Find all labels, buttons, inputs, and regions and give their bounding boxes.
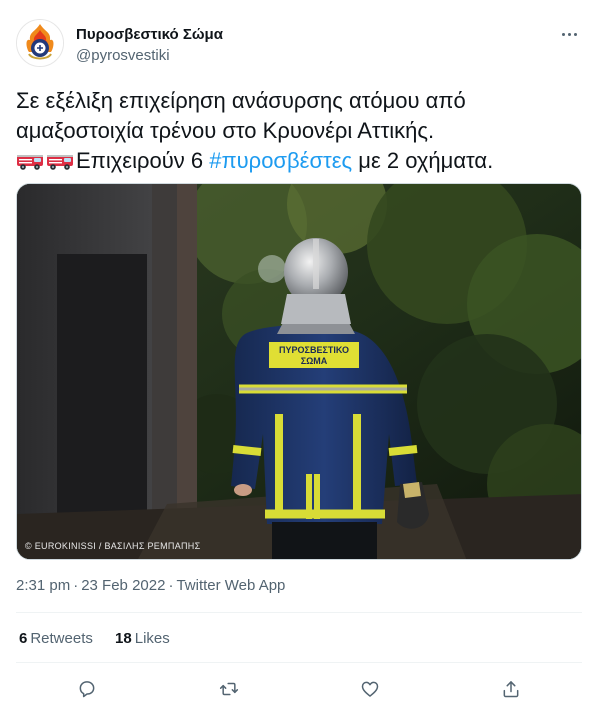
- separator-dot: ·: [168, 577, 174, 594]
- hashtag-link[interactable]: #πυροσβέστες: [209, 148, 352, 173]
- separator-dot: ·: [73, 577, 79, 594]
- handle[interactable]: @pyrosvestiki: [76, 47, 170, 64]
- tweet-text-line: αμαξοστοιχία τρένου στο Κρυονέρι Αττικής…: [16, 118, 435, 143]
- divider: [16, 662, 582, 663]
- tweet-source[interactable]: Twitter Web App: [176, 577, 285, 594]
- fire-service-emblem-icon: [17, 20, 63, 66]
- engagement-stats: 6 Retweets 18 Likes: [19, 630, 188, 647]
- more-options-icon[interactable]: [557, 22, 581, 46]
- action-bar: [0, 676, 597, 702]
- tweet-metadata: 2:31 pm · 23 Feb 2022 · Twitter Web App: [16, 577, 285, 594]
- tweet-text-line: Επιχειρούν 6 #πυροσβέστες με 2 οχήματα.: [16, 146, 582, 176]
- display-name[interactable]: Πυροσβεστικό Σώμα: [76, 26, 223, 43]
- tweet-text: Σε εξέλιξη επιχείρηση ανάσυρσης ατόμου α…: [16, 86, 582, 176]
- retweet-icon[interactable]: [216, 676, 242, 702]
- tweet-text-segment: με 2 οχήματα.: [352, 148, 494, 173]
- tweet-text-line: Σε εξέλιξη επιχείρηση ανάσυρσης ατόμου α…: [16, 88, 466, 113]
- fire-engine-icon: [47, 155, 73, 170]
- avatar[interactable]: [16, 19, 64, 67]
- fire-engine-icon: [17, 155, 43, 170]
- tweet: Πυροσβεστικό Σώμα @pyrosvestiki Σε εξέλι…: [0, 0, 597, 711]
- photo-credit: © EUROKINISSI / ΒΑΣΙΛΗΣ ΡΕΜΠΑΠΗΣ: [25, 541, 201, 551]
- likes-label: Likes: [134, 630, 170, 647]
- jacket-text-line2: ΣΩΜΑ: [301, 356, 328, 366]
- likes-stat[interactable]: 18 Likes: [115, 630, 170, 647]
- retweets-label: Retweets: [30, 630, 93, 647]
- likes-count: 18: [115, 630, 132, 647]
- tweet-text-segment: Επιχειρούν 6: [76, 148, 210, 173]
- retweets-count: 6: [19, 630, 28, 647]
- tweet-photo[interactable]: ΠΥΡΟΣΒΕΣΤΙΚΟ ΣΩΜΑ © EUROKINISSI / ΒΑΣΙΛΗ…: [16, 183, 582, 560]
- tweet-time[interactable]: 2:31 pm: [16, 577, 70, 594]
- share-icon[interactable]: [498, 676, 524, 702]
- jacket-text-line1: ΠΥΡΟΣΒΕΣΤΙΚΟ: [279, 345, 349, 355]
- retweets-stat[interactable]: 6 Retweets: [19, 630, 93, 647]
- divider: [16, 612, 582, 613]
- like-icon[interactable]: [357, 676, 383, 702]
- reply-icon[interactable]: [74, 676, 100, 702]
- tweet-date[interactable]: 23 Feb 2022: [81, 577, 165, 594]
- firefighter-photo: ΠΥΡΟΣΒΕΣΤΙΚΟ ΣΩΜΑ: [17, 184, 581, 559]
